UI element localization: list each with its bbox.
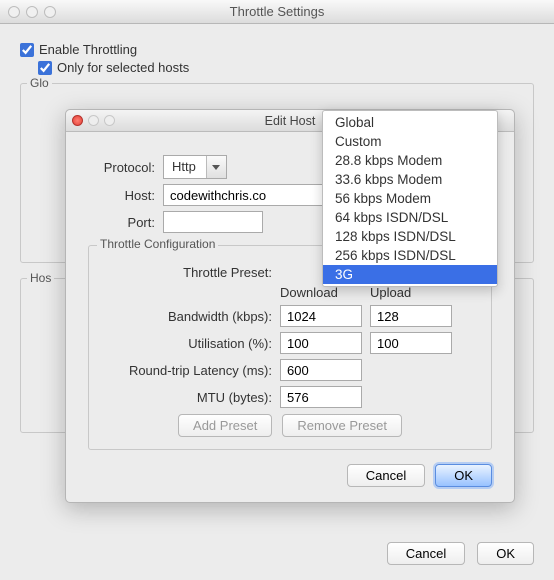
protocol-combo[interactable]: Http <box>163 155 227 179</box>
only-hosts-label: Only for selected hosts <box>57 60 189 75</box>
preset-option[interactable]: Global <box>323 113 497 132</box>
preset-option[interactable]: 3G <box>323 265 497 284</box>
preset-option[interactable]: Custom <box>323 132 497 151</box>
zoom-icon[interactable] <box>44 6 56 18</box>
protocol-label: Protocol: <box>88 160 163 175</box>
port-input[interactable] <box>163 211 263 233</box>
utilisation-label: Utilisation (%): <box>105 336 280 351</box>
preset-option[interactable]: 256 kbps ISDN/DSL <box>323 246 497 265</box>
hosts-group-label: Hos <box>27 271 54 285</box>
preset-option[interactable]: 128 kbps ISDN/DSL <box>323 227 497 246</box>
cancel-button[interactable]: Cancel <box>387 542 465 565</box>
window-body: Enable Throttling Only for selected host… <box>0 24 554 580</box>
close-icon[interactable] <box>72 115 83 126</box>
throttle-config-label: Throttle Configuration <box>97 237 218 251</box>
window-title: Throttle Settings <box>0 4 554 19</box>
preset-option[interactable]: 33.6 kbps Modem <box>323 170 497 189</box>
utilisation-download-input[interactable] <box>280 332 362 354</box>
traffic-lights <box>8 6 56 18</box>
only-hosts-checkbox[interactable] <box>38 61 52 75</box>
mtu-input[interactable] <box>280 386 362 408</box>
edit-host-dialog: Edit Host Protocol: Http Host: Port: Thr… <box>65 109 515 503</box>
bandwidth-label: Bandwidth (kbps): <box>105 309 280 324</box>
minimize-icon[interactable] <box>26 6 38 18</box>
enable-throttling-row: Enable Throttling <box>20 42 534 57</box>
minimize-icon[interactable] <box>88 115 99 126</box>
download-column: Download <box>280 285 370 300</box>
utilisation-upload-input[interactable] <box>370 332 452 354</box>
enable-throttling-checkbox[interactable] <box>20 43 34 57</box>
ok-button[interactable]: OK <box>435 464 492 487</box>
add-preset-button[interactable]: Add Preset <box>178 414 272 437</box>
latency-label: Round-trip Latency (ms): <box>105 363 280 378</box>
preset-option[interactable]: 28.8 kbps Modem <box>323 151 497 170</box>
preset-option[interactable]: 56 kbps Modem <box>323 189 497 208</box>
remove-preset-button[interactable]: Remove Preset <box>282 414 402 437</box>
chevron-down-icon <box>206 156 226 178</box>
close-icon[interactable] <box>8 6 20 18</box>
preset-option[interactable]: 64 kbps ISDN/DSL <box>323 208 497 227</box>
preset-label: Throttle Preset: <box>105 265 280 280</box>
bandwidth-upload-input[interactable] <box>370 305 452 327</box>
only-hosts-row: Only for selected hosts <box>38 60 534 75</box>
upload-column: Upload <box>370 285 460 300</box>
window-buttons: Cancel OK <box>387 542 534 565</box>
dialog-buttons: Cancel OK <box>88 464 492 487</box>
port-label: Port: <box>88 215 163 230</box>
protocol-value: Http <box>164 156 206 178</box>
bandwidth-download-input[interactable] <box>280 305 362 327</box>
zoom-icon[interactable] <box>104 115 115 126</box>
ok-button[interactable]: OK <box>477 542 534 565</box>
host-label: Host: <box>88 188 163 203</box>
preset-buttons: Add Preset Remove Preset <box>105 414 475 437</box>
enable-throttling-label: Enable Throttling <box>39 42 137 57</box>
columns-header: Download Upload <box>105 285 475 300</box>
global-group-label: Glo <box>27 76 52 90</box>
mtu-label: MTU (bytes): <box>105 390 280 405</box>
window-titlebar: Throttle Settings <box>0 0 554 24</box>
throttle-preset-dropdown[interactable]: GlobalCustom28.8 kbps Modem33.6 kbps Mod… <box>322 110 498 287</box>
latency-input[interactable] <box>280 359 362 381</box>
cancel-button[interactable]: Cancel <box>347 464 425 487</box>
